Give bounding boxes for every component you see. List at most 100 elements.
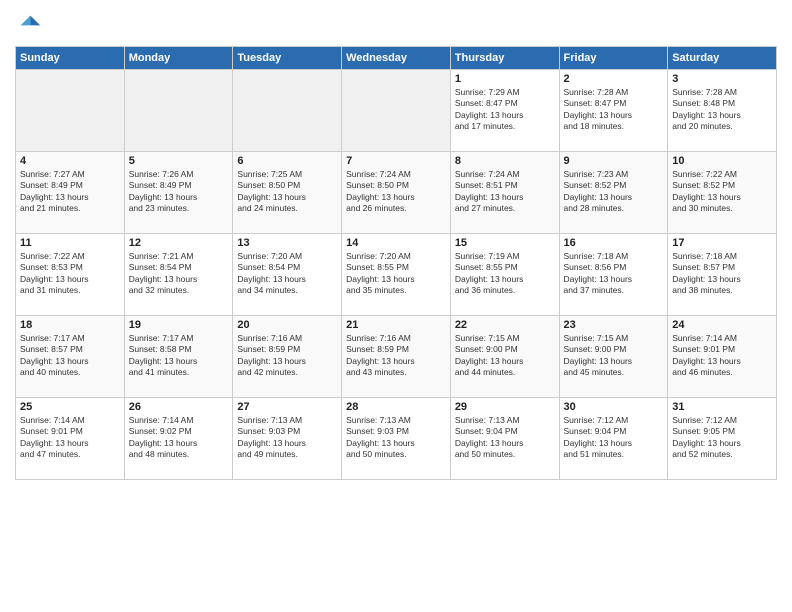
day-number: 31 (672, 401, 772, 413)
cell-info: Sunrise: 7:28 AM Sunset: 8:47 PM Dayligh… (564, 87, 664, 133)
calendar-cell: 15 Sunrise: 7:19 AM Sunset: 8:55 PM Dayli… (450, 234, 559, 316)
calendar-cell: 29 Sunrise: 7:13 AM Sunset: 9:04 PM Dayli… (450, 398, 559, 480)
calendar-cell: 6 Sunrise: 7:25 AM Sunset: 8:50 PM Daylig… (233, 152, 342, 234)
cell-info: Sunrise: 7:13 AM Sunset: 9:04 PM Dayligh… (455, 415, 555, 461)
calendar-cell: 31 Sunrise: 7:12 AM Sunset: 9:05 PM Dayli… (668, 398, 777, 480)
cell-info: Sunrise: 7:24 AM Sunset: 8:51 PM Dayligh… (455, 169, 555, 215)
calendar-cell: 28 Sunrise: 7:13 AM Sunset: 9:03 PM Dayli… (342, 398, 451, 480)
cell-info: Sunrise: 7:29 AM Sunset: 8:47 PM Dayligh… (455, 87, 555, 133)
calendar-cell: 8 Sunrise: 7:24 AM Sunset: 8:51 PM Daylig… (450, 152, 559, 234)
cell-info: Sunrise: 7:22 AM Sunset: 8:52 PM Dayligh… (672, 169, 772, 215)
calendar-cell: 4 Sunrise: 7:27 AM Sunset: 8:49 PM Daylig… (16, 152, 125, 234)
calendar-cell: 20 Sunrise: 7:16 AM Sunset: 8:59 PM Dayli… (233, 316, 342, 398)
day-of-week-header: Tuesday (233, 47, 342, 70)
day-number: 29 (455, 401, 555, 413)
day-number: 7 (346, 155, 446, 167)
calendar-cell: 22 Sunrise: 7:15 AM Sunset: 9:00 PM Dayli… (450, 316, 559, 398)
day-number: 15 (455, 237, 555, 249)
calendar-cell: 7 Sunrise: 7:24 AM Sunset: 8:50 PM Daylig… (342, 152, 451, 234)
day-number: 23 (564, 319, 664, 331)
day-number: 10 (672, 155, 772, 167)
cell-info: Sunrise: 7:14 AM Sunset: 9:01 PM Dayligh… (20, 415, 120, 461)
day-number: 9 (564, 155, 664, 167)
day-number: 13 (237, 237, 337, 249)
day-number: 1 (455, 73, 555, 85)
cell-info: Sunrise: 7:14 AM Sunset: 9:02 PM Dayligh… (129, 415, 229, 461)
calendar-week-row: 11 Sunrise: 7:22 AM Sunset: 8:53 PM Dayli… (16, 234, 777, 316)
calendar-cell (233, 70, 342, 152)
cell-info: Sunrise: 7:22 AM Sunset: 8:53 PM Dayligh… (20, 251, 120, 297)
cell-info: Sunrise: 7:15 AM Sunset: 9:00 PM Dayligh… (455, 333, 555, 379)
day-number: 24 (672, 319, 772, 331)
cell-info: Sunrise: 7:19 AM Sunset: 8:55 PM Dayligh… (455, 251, 555, 297)
day-number: 3 (672, 73, 772, 85)
cell-info: Sunrise: 7:13 AM Sunset: 9:03 PM Dayligh… (346, 415, 446, 461)
calendar-cell: 18Sunrise: 7:17 AM Sunset: 8:57 PM Dayli… (16, 316, 125, 398)
calendar-cell: 27 Sunrise: 7:13 AM Sunset: 9:03 PM Dayli… (233, 398, 342, 480)
day-number: 16 (564, 237, 664, 249)
cell-info: Sunrise: 7:23 AM Sunset: 8:52 PM Dayligh… (564, 169, 664, 215)
cell-info: Sunrise: 7:20 AM Sunset: 8:54 PM Dayligh… (237, 251, 337, 297)
day-number: 20 (237, 319, 337, 331)
cell-info: Sunrise: 7:12 AM Sunset: 9:04 PM Dayligh… (564, 415, 664, 461)
day-number: 18 (20, 319, 120, 331)
cell-info: Sunrise: 7:20 AM Sunset: 8:55 PM Dayligh… (346, 251, 446, 297)
calendar-cell: 12 Sunrise: 7:21 AM Sunset: 8:54 PM Dayli… (124, 234, 233, 316)
day-of-week-header: Friday (559, 47, 668, 70)
logo (15, 10, 47, 38)
day-of-week-header: Thursday (450, 47, 559, 70)
calendar-cell: 25 Sunrise: 7:14 AM Sunset: 9:01 PM Dayli… (16, 398, 125, 480)
day-number: 4 (20, 155, 120, 167)
cell-info: Sunrise: 7:13 AM Sunset: 9:03 PM Dayligh… (237, 415, 337, 461)
calendar-cell: 30 Sunrise: 7:12 AM Sunset: 9:04 PM Dayli… (559, 398, 668, 480)
calendar-cell: 13 Sunrise: 7:20 AM Sunset: 8:54 PM Dayli… (233, 234, 342, 316)
day-number: 22 (455, 319, 555, 331)
logo-icon (15, 10, 43, 38)
page: SundayMondayTuesdayWednesdayThursdayFrid… (0, 0, 792, 612)
calendar-week-row: 1 Sunrise: 7:29 AM Sunset: 8:47 PM Daylig… (16, 70, 777, 152)
day-number: 25 (20, 401, 120, 413)
day-of-week-header: Saturday (668, 47, 777, 70)
day-of-week-header: Monday (124, 47, 233, 70)
day-number: 26 (129, 401, 229, 413)
calendar-cell: 9 Sunrise: 7:23 AM Sunset: 8:52 PM Daylig… (559, 152, 668, 234)
day-number: 8 (455, 155, 555, 167)
calendar-cell: 11 Sunrise: 7:22 AM Sunset: 8:53 PM Dayli… (16, 234, 125, 316)
cell-info: Sunrise: 7:27 AM Sunset: 8:49 PM Dayligh… (20, 169, 120, 215)
day-number: 17 (672, 237, 772, 249)
calendar-cell: 21Sunrise: 7:16 AM Sunset: 8:59 PM Dayli… (342, 316, 451, 398)
calendar-week-row: 25 Sunrise: 7:14 AM Sunset: 9:01 PM Dayli… (16, 398, 777, 480)
cell-info: Sunrise: 7:18 AM Sunset: 8:57 PM Dayligh… (672, 251, 772, 297)
cell-info: Sunrise: 7:24 AM Sunset: 8:50 PM Dayligh… (346, 169, 446, 215)
calendar-week-row: 18Sunrise: 7:17 AM Sunset: 8:57 PM Dayli… (16, 316, 777, 398)
day-number: 14 (346, 237, 446, 249)
day-number: 30 (564, 401, 664, 413)
calendar-cell: 24 Sunrise: 7:14 AM Sunset: 9:01 PM Dayli… (668, 316, 777, 398)
calendar-cell: 3Sunrise: 7:28 AM Sunset: 8:48 PM Daylig… (668, 70, 777, 152)
day-number: 11 (20, 237, 120, 249)
calendar-cell (124, 70, 233, 152)
calendar-cell: 14 Sunrise: 7:20 AM Sunset: 8:55 PM Dayli… (342, 234, 451, 316)
calendar-cell: 17 Sunrise: 7:18 AM Sunset: 8:57 PM Dayli… (668, 234, 777, 316)
calendar-cell (16, 70, 125, 152)
day-number: 6 (237, 155, 337, 167)
calendar-cell (342, 70, 451, 152)
calendar-cell: 1 Sunrise: 7:29 AM Sunset: 8:47 PM Daylig… (450, 70, 559, 152)
calendar-cell: 5Sunrise: 7:26 AM Sunset: 8:49 PM Daylig… (124, 152, 233, 234)
cell-info: Sunrise: 7:12 AM Sunset: 9:05 PM Dayligh… (672, 415, 772, 461)
calendar-cell: 10 Sunrise: 7:22 AM Sunset: 8:52 PM Dayli… (668, 152, 777, 234)
calendar-cell: 26 Sunrise: 7:14 AM Sunset: 9:02 PM Dayli… (124, 398, 233, 480)
cell-info: Sunrise: 7:16 AM Sunset: 8:59 PM Dayligh… (346, 333, 446, 379)
cell-info: Sunrise: 7:16 AM Sunset: 8:59 PM Dayligh… (237, 333, 337, 379)
cell-info: Sunrise: 7:21 AM Sunset: 8:54 PM Dayligh… (129, 251, 229, 297)
day-number: 28 (346, 401, 446, 413)
calendar-cell: 2Sunrise: 7:28 AM Sunset: 8:47 PM Daylig… (559, 70, 668, 152)
day-of-week-header: Wednesday (342, 47, 451, 70)
calendar-week-row: 4 Sunrise: 7:27 AM Sunset: 8:49 PM Daylig… (16, 152, 777, 234)
day-number: 12 (129, 237, 229, 249)
cell-info: Sunrise: 7:14 AM Sunset: 9:01 PM Dayligh… (672, 333, 772, 379)
day-of-week-header: Sunday (16, 47, 125, 70)
cell-info: Sunrise: 7:25 AM Sunset: 8:50 PM Dayligh… (237, 169, 337, 215)
cell-info: Sunrise: 7:26 AM Sunset: 8:49 PM Dayligh… (129, 169, 229, 215)
day-number: 27 (237, 401, 337, 413)
